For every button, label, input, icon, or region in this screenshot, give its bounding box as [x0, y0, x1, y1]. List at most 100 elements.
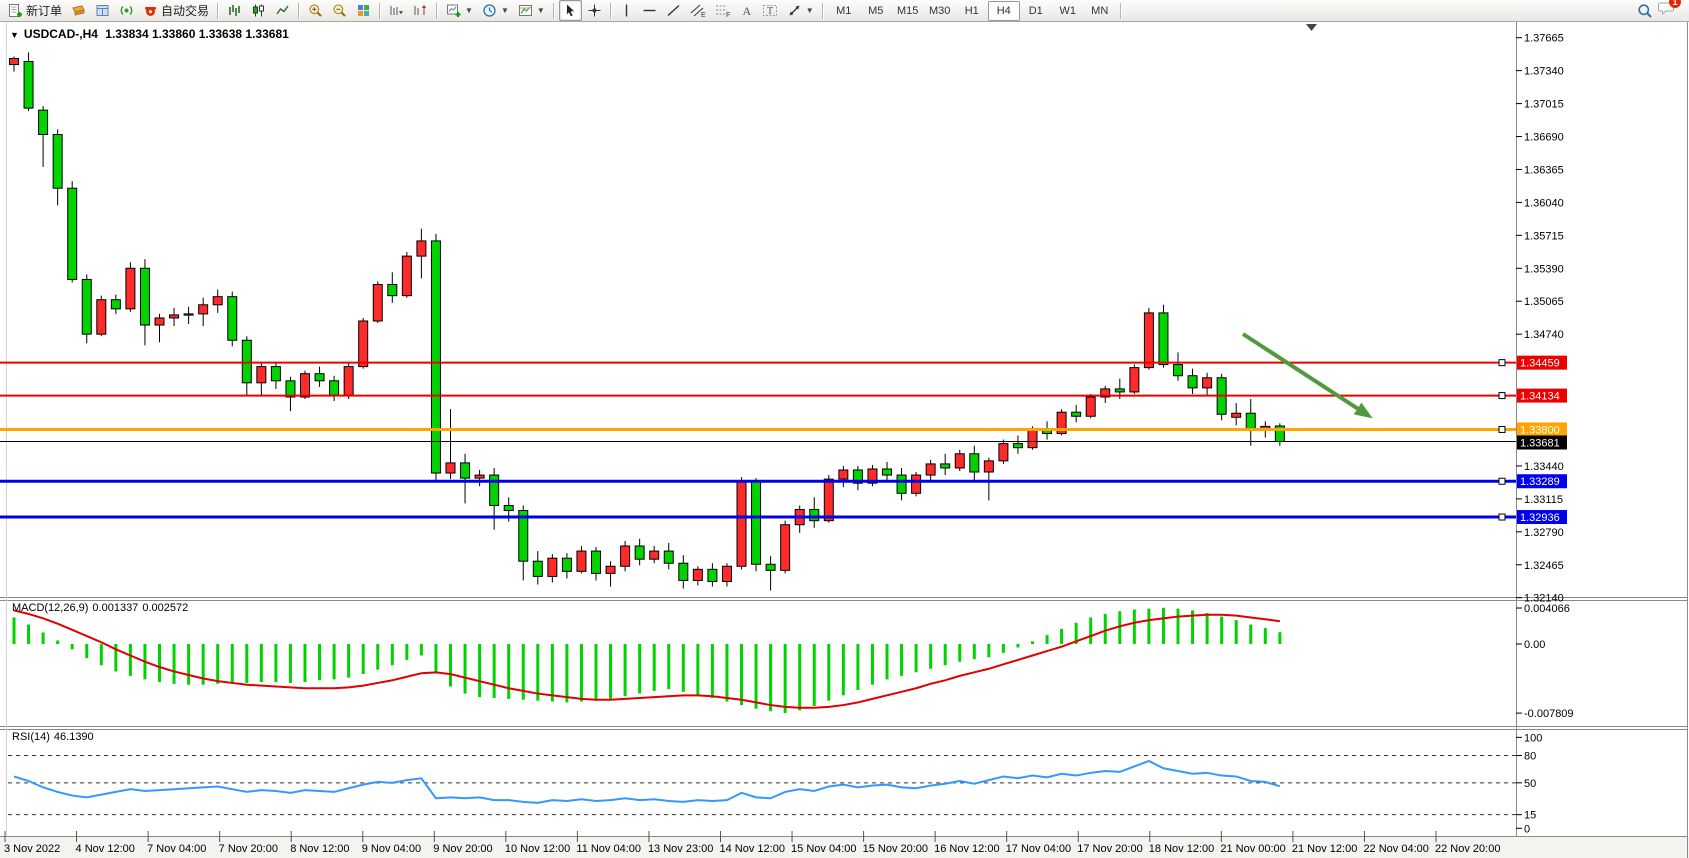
candle: [82, 274, 91, 343]
crosshair-icon: [587, 3, 602, 18]
chat-button[interactable]: 1: [1658, 0, 1675, 21]
svg-text:-0.007809: -0.007809: [1524, 708, 1574, 720]
vertical-line-button[interactable]: [616, 0, 637, 21]
candle: [752, 478, 761, 571]
signals-icon: [119, 3, 134, 18]
svg-text:15: 15: [1524, 810, 1536, 822]
svg-text:1.32790: 1.32790: [1524, 527, 1564, 539]
svg-text:1.33440: 1.33440: [1524, 461, 1564, 473]
horizontal-line-button[interactable]: [638, 0, 661, 21]
auto-scroll-icon: [389, 3, 404, 18]
timeframe-M30[interactable]: M30: [924, 1, 956, 21]
svg-text:1.35065: 1.35065: [1524, 296, 1564, 308]
svg-text:7 Nov 20:00: 7 Nov 20:00: [219, 843, 278, 855]
candle: [737, 477, 746, 569]
signals-button[interactable]: [115, 0, 138, 21]
svg-text:F: F: [726, 12, 730, 18]
candle: [228, 292, 237, 347]
trendline-icon: [666, 3, 681, 18]
market-watch-button[interactable]: [91, 0, 114, 21]
candlestick-chart-button[interactable]: [247, 0, 270, 21]
svg-text:T: T: [767, 6, 773, 17]
market-depth-button[interactable]: [67, 0, 90, 21]
chevron-down-icon: ▼: [537, 6, 545, 15]
hline-handle[interactable]: [1499, 360, 1505, 366]
cursor-button[interactable]: [559, 0, 582, 21]
arrows-icon: [787, 3, 802, 18]
bar-chart-button[interactable]: [223, 0, 246, 21]
timeframe-D1[interactable]: D1: [1020, 1, 1052, 21]
timeframe-M5[interactable]: M5: [860, 1, 892, 21]
new-chart-button[interactable]: ▼: [442, 0, 477, 21]
zoom-in-button[interactable]: [304, 0, 327, 21]
chart-window: [0, 22, 1689, 858]
hline-handle[interactable]: [1499, 393, 1505, 399]
horizontal-line-icon: [642, 3, 657, 18]
svg-text:13 Nov 23:00: 13 Nov 23:00: [648, 843, 713, 855]
zoom-out-button[interactable]: [328, 0, 351, 21]
chevron-down-icon: ▼: [501, 6, 509, 15]
timeframe-MN[interactable]: MN: [1084, 1, 1116, 21]
svg-text:4 Nov 12:00: 4 Nov 12:00: [76, 843, 135, 855]
svg-text:7 Nov 04:00: 7 Nov 04:00: [147, 843, 206, 855]
new-order-button[interactable]: 新订单: [4, 0, 66, 21]
crosshair-button[interactable]: [583, 0, 606, 21]
hline-handle[interactable]: [1499, 478, 1505, 484]
mt4-terminal: { "toolbar": { "new_order_label": "新订单",…: [0, 0, 1689, 858]
tile-windows-button[interactable]: [352, 0, 375, 21]
svg-text:1.33115: 1.33115: [1524, 494, 1563, 506]
clock-icon: [482, 3, 497, 18]
svg-text:1.37340: 1.37340: [1524, 66, 1564, 78]
svg-text:1.36690: 1.36690: [1524, 132, 1564, 144]
svg-text:E: E: [701, 12, 706, 18]
timeframe-M1[interactable]: M1: [828, 1, 860, 21]
text-button[interactable]: A: [736, 0, 757, 21]
auto-scroll-button[interactable]: [385, 0, 408, 21]
candle: [68, 181, 77, 282]
price-tag-label: 1.34134: [1520, 391, 1560, 403]
zoom-out-icon: [332, 3, 347, 18]
candle: [1217, 374, 1226, 421]
rsi-value: 46.1390: [54, 731, 94, 743]
chevron-down-icon: ▼: [465, 6, 473, 15]
symbol-dropdown-icon[interactable]: ▼: [10, 30, 19, 40]
timeframe-H1[interactable]: H1: [956, 1, 988, 21]
timeframe-strip: M1M5M15M30H1H4D1W1MN: [828, 1, 1116, 21]
arrows-button[interactable]: ▼: [783, 0, 818, 21]
hline-handle[interactable]: [1499, 426, 1505, 432]
auto-trading-label: 自动交易: [161, 2, 209, 19]
candle: [1159, 305, 1168, 368]
chart-canvas[interactable]: 1.376651.373401.370151.366901.363651.360…: [0, 0, 1689, 858]
fibonacci-button[interactable]: F: [711, 0, 735, 21]
notification-badge: 1: [1669, 0, 1681, 8]
price-tag-label: 1.32936: [1520, 512, 1560, 524]
search-icon: [1637, 3, 1653, 19]
period-button[interactable]: ▼: [478, 0, 513, 21]
svg-text:8 Nov 12:00: 8 Nov 12:00: [290, 843, 349, 855]
svg-text:17 Nov 20:00: 17 Nov 20:00: [1077, 843, 1142, 855]
svg-text:1.32465: 1.32465: [1524, 560, 1564, 572]
chart-shift-button[interactable]: [409, 0, 432, 21]
trendline-button[interactable]: [662, 0, 685, 21]
text-label-button[interactable]: T: [758, 0, 782, 21]
line-chart-button[interactable]: [271, 0, 294, 21]
chart-symbol: USDCAD-,H4: [24, 27, 98, 41]
timeframe-H4[interactable]: H4: [988, 1, 1020, 21]
macd-value-2: 0.002572: [142, 602, 188, 614]
candle: [359, 318, 368, 369]
candle: [126, 262, 135, 312]
template-button[interactable]: ▼: [514, 0, 549, 21]
toolbar-separator: [298, 3, 300, 19]
main-toolbar: 新订单 自动交易: [0, 0, 1689, 22]
rsi-indicator-label: RSI(14)46.1390: [12, 731, 98, 743]
timeframe-M15[interactable]: M15: [892, 1, 924, 21]
candle: [1057, 409, 1066, 435]
toolbar-separator: [436, 3, 438, 19]
hline-handle[interactable]: [1499, 514, 1505, 520]
auto-trading-button[interactable]: 自动交易: [139, 0, 213, 21]
timeframe-W1[interactable]: W1: [1052, 1, 1084, 21]
svg-text:1.36365: 1.36365: [1524, 164, 1564, 176]
equidistant-channel-button[interactable]: E: [686, 0, 710, 21]
bar-chart-icon: [227, 3, 242, 18]
search-button[interactable]: [1633, 0, 1657, 21]
